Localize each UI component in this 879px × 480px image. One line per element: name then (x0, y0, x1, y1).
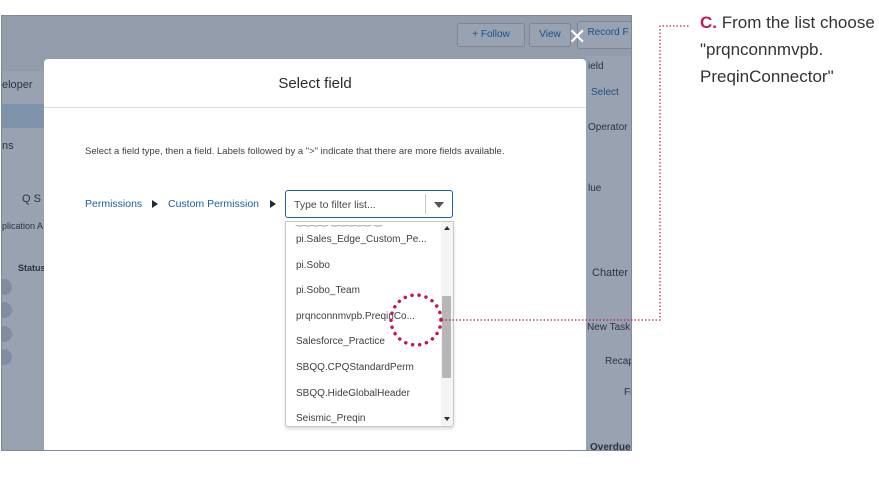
scroll-up-icon[interactable] (444, 226, 450, 230)
field-filter-combobox[interactable] (285, 190, 453, 218)
modal-title: Select field (278, 74, 352, 92)
combobox-divider (425, 194, 426, 214)
list-item[interactable]: pi.Sobo_Team (296, 285, 360, 296)
list-item[interactable]: Seismic_Preqin (296, 413, 365, 424)
breadcrumb-arrow-icon (270, 200, 276, 208)
list-scrollbar[interactable] (441, 222, 453, 426)
scrollbar-thumb[interactable] (442, 296, 451, 378)
annotation-step-letter: C. (700, 13, 717, 32)
list-item[interactable]: Salesforce_Practice (296, 336, 385, 347)
list-item-partial: ‿‿‿‿ ‿‿‿‿‿ ‿ (296, 221, 382, 227)
scroll-down-icon[interactable] (444, 417, 450, 421)
breadcrumb-permissions[interactable]: Permissions (85, 198, 142, 210)
modal-help-text: Select a field type, then a field. Label… (85, 146, 505, 157)
filter-input[interactable] (294, 197, 419, 212)
close-icon[interactable]: ✕ (568, 26, 586, 48)
list-item[interactable]: SBQQ.HideGlobalHeader (296, 388, 410, 399)
list-item[interactable]: pi.Sobo (296, 260, 330, 271)
chevron-down-icon[interactable] (434, 202, 444, 208)
list-item[interactable]: pi.Sales_Edge_Custom_Pe... (296, 234, 427, 245)
screenshot-frame: eloper ns Q S plication A Status + Follo… (1, 15, 632, 451)
list-item-preqin-connector[interactable]: prqnconnmvpb.PreqinCo... (296, 311, 415, 322)
list-item[interactable]: SBQQ.CPQStandardPerm (296, 362, 414, 373)
annotation-text: C. From the list choose "prqnconnmvpb. P… (700, 9, 875, 90)
select-field-modal: Select field Select a field type, then a… (44, 59, 586, 450)
breadcrumb-arrow-icon (152, 200, 158, 208)
breadcrumb-custom-permission[interactable]: Custom Permission (168, 198, 259, 210)
annotation-instruction: From the list choose "prqnconnmvpb. Preq… (700, 13, 875, 86)
field-listbox[interactable]: ‿‿‿‿ ‿‿‿‿‿ ‿ pi.Sales_Edge_Custom_Pe... … (285, 221, 454, 427)
modal-header: Select field (44, 59, 586, 108)
